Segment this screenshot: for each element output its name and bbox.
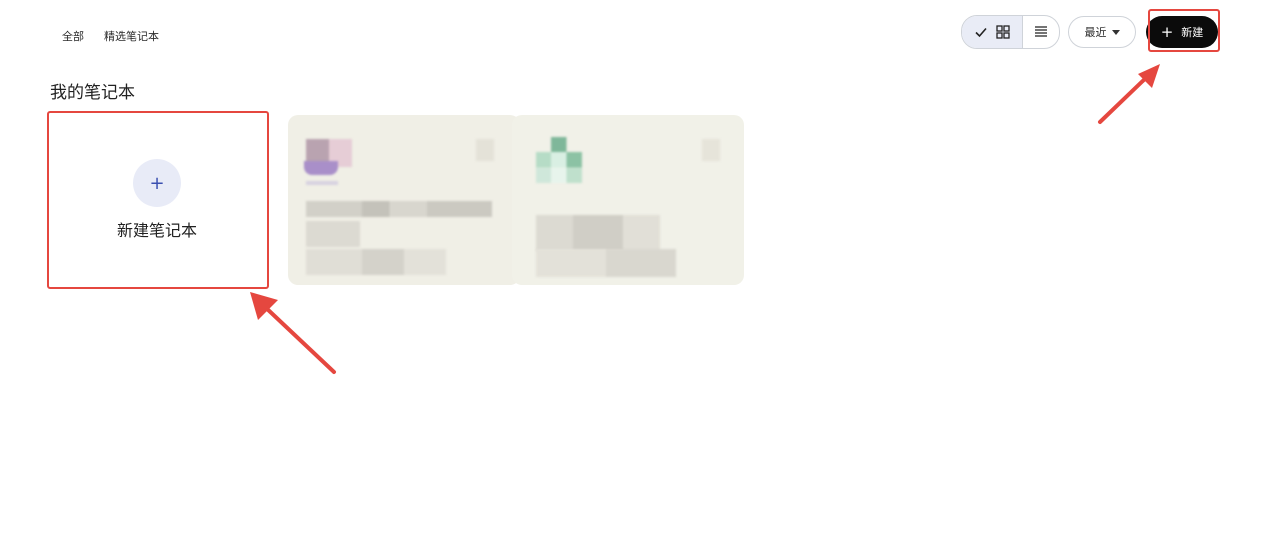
notebook-date-placeholder	[536, 249, 676, 277]
list-view-button[interactable]	[1023, 16, 1059, 48]
notebook-subtitle-placeholder	[306, 221, 360, 247]
caret-down-icon	[1111, 29, 1120, 35]
arrow-annotation-card	[250, 292, 336, 374]
notebook-menu-icon	[476, 139, 494, 161]
grid-view-button[interactable]	[962, 16, 1023, 48]
toolbar: 最近 + 新建	[961, 15, 1218, 49]
page-title: 我的笔记本	[50, 83, 135, 103]
notebook-title-placeholder	[306, 201, 492, 217]
create-notebook-card[interactable]: + 新建笔记本	[49, 113, 265, 285]
notebook-card[interactable]	[512, 115, 744, 285]
create-notebook-label: 新建笔记本	[116, 221, 197, 240]
notebook-title-placeholder	[536, 215, 660, 251]
sort-dropdown[interactable]: 最近	[1068, 16, 1136, 48]
sort-label: 最近	[1084, 26, 1107, 39]
checkmark-icon	[975, 27, 987, 38]
notebook-emoji-icon-lower	[304, 161, 338, 175]
plus-icon: +	[133, 159, 181, 207]
notebook-emoji-icon	[536, 137, 582, 183]
notebook-menu-icon	[702, 139, 720, 161]
tab-all[interactable]: 全部	[52, 22, 94, 50]
new-button-label: 新建	[1181, 26, 1204, 39]
notebook-date-placeholder	[306, 249, 446, 275]
notebook-card[interactable]	[288, 115, 520, 285]
notebook-meta-placeholder	[306, 181, 338, 185]
list-icon	[1035, 26, 1047, 37]
tab-featured-notebooks[interactable]: 精选笔记本	[94, 22, 169, 50]
new-button-wrapper: + 新建	[1146, 16, 1218, 48]
top-nav: 全部 精选笔记本	[52, 22, 169, 50]
view-toggle	[961, 15, 1060, 49]
grid-icon	[996, 25, 1010, 39]
plus-icon: +	[1160, 22, 1174, 41]
new-button[interactable]: + 新建	[1146, 16, 1218, 48]
arrow-annotation-top	[1098, 64, 1160, 124]
